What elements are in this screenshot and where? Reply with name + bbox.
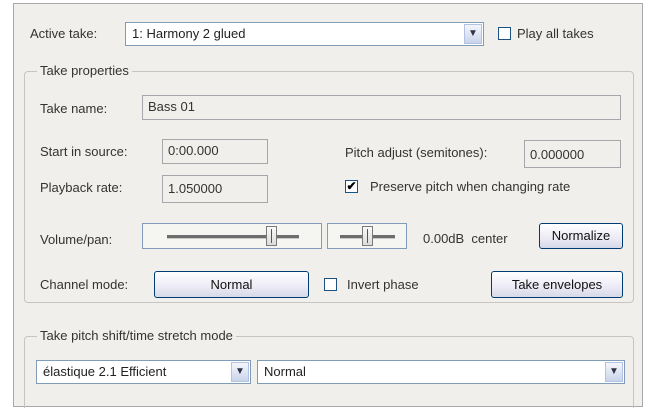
take-properties-title: Take properties [37, 63, 132, 78]
preserve-pitch-checkbox[interactable]: ✔ [345, 180, 358, 193]
take-envelopes-button[interactable]: Take envelopes [491, 271, 623, 298]
chevron-down-icon[interactable]: ▼ [605, 362, 623, 382]
stretch-algorithm-value: élastique 2.1 Efficient [43, 364, 167, 379]
take-properties-dialog: Active take: 1: Harmony 2 glued ▼ Play a… [13, 3, 643, 408]
pan-slider-thumb[interactable] [361, 226, 373, 246]
invert-phase-checkbox[interactable] [324, 278, 337, 291]
active-take-label: Active take: [30, 26, 98, 41]
play-all-takes-label: Play all takes [517, 26, 594, 41]
pitch-shift-title: Take pitch shift/time stretch mode [37, 328, 236, 343]
checkmark-icon: ✔ [346, 179, 357, 193]
channel-mode-label: Channel mode: [40, 277, 129, 292]
volume-slider-track [167, 235, 299, 239]
pan-slider[interactable] [327, 223, 407, 249]
stretch-algorithm-dropdown[interactable]: élastique 2.1 Efficient ▼ [36, 360, 251, 384]
preserve-pitch-label: Preserve pitch when changing rate [370, 179, 571, 194]
playback-rate-label: Playback rate: [40, 180, 123, 195]
active-take-value: 1: Harmony 2 glued [132, 26, 246, 41]
normalize-button[interactable]: Normalize [539, 223, 623, 249]
start-in-source-label: Start in source: [40, 144, 128, 159]
playback-rate-field[interactable]: 1.050000 [162, 175, 268, 203]
active-take-dropdown[interactable]: 1: Harmony 2 glued ▼ [125, 22, 484, 46]
start-in-source-field[interactable]: 0:00.000 [162, 139, 268, 164]
stretch-mode-value: Normal [264, 364, 306, 379]
pitch-adjust-field[interactable]: 0.000000 [524, 140, 621, 168]
chevron-down-icon[interactable]: ▼ [464, 24, 482, 44]
invert-phase-label: Invert phase [347, 277, 419, 292]
volume-pan-label: Volume/pan: [40, 232, 113, 247]
pitch-adjust-label: Pitch adjust (semitones): [345, 145, 488, 160]
play-all-takes-checkbox[interactable] [498, 27, 511, 40]
stretch-mode-dropdown[interactable]: Normal ▼ [257, 360, 625, 384]
volume-slider[interactable] [142, 223, 322, 249]
take-name-field[interactable]: Bass 01 [142, 95, 621, 120]
volume-pan-readout: 0.00dB center [423, 231, 508, 246]
chevron-down-icon[interactable]: ▼ [231, 362, 249, 382]
volume-slider-thumb[interactable] [265, 226, 277, 246]
channel-mode-button[interactable]: Normal [154, 271, 309, 298]
take-name-label: Take name: [40, 101, 108, 116]
